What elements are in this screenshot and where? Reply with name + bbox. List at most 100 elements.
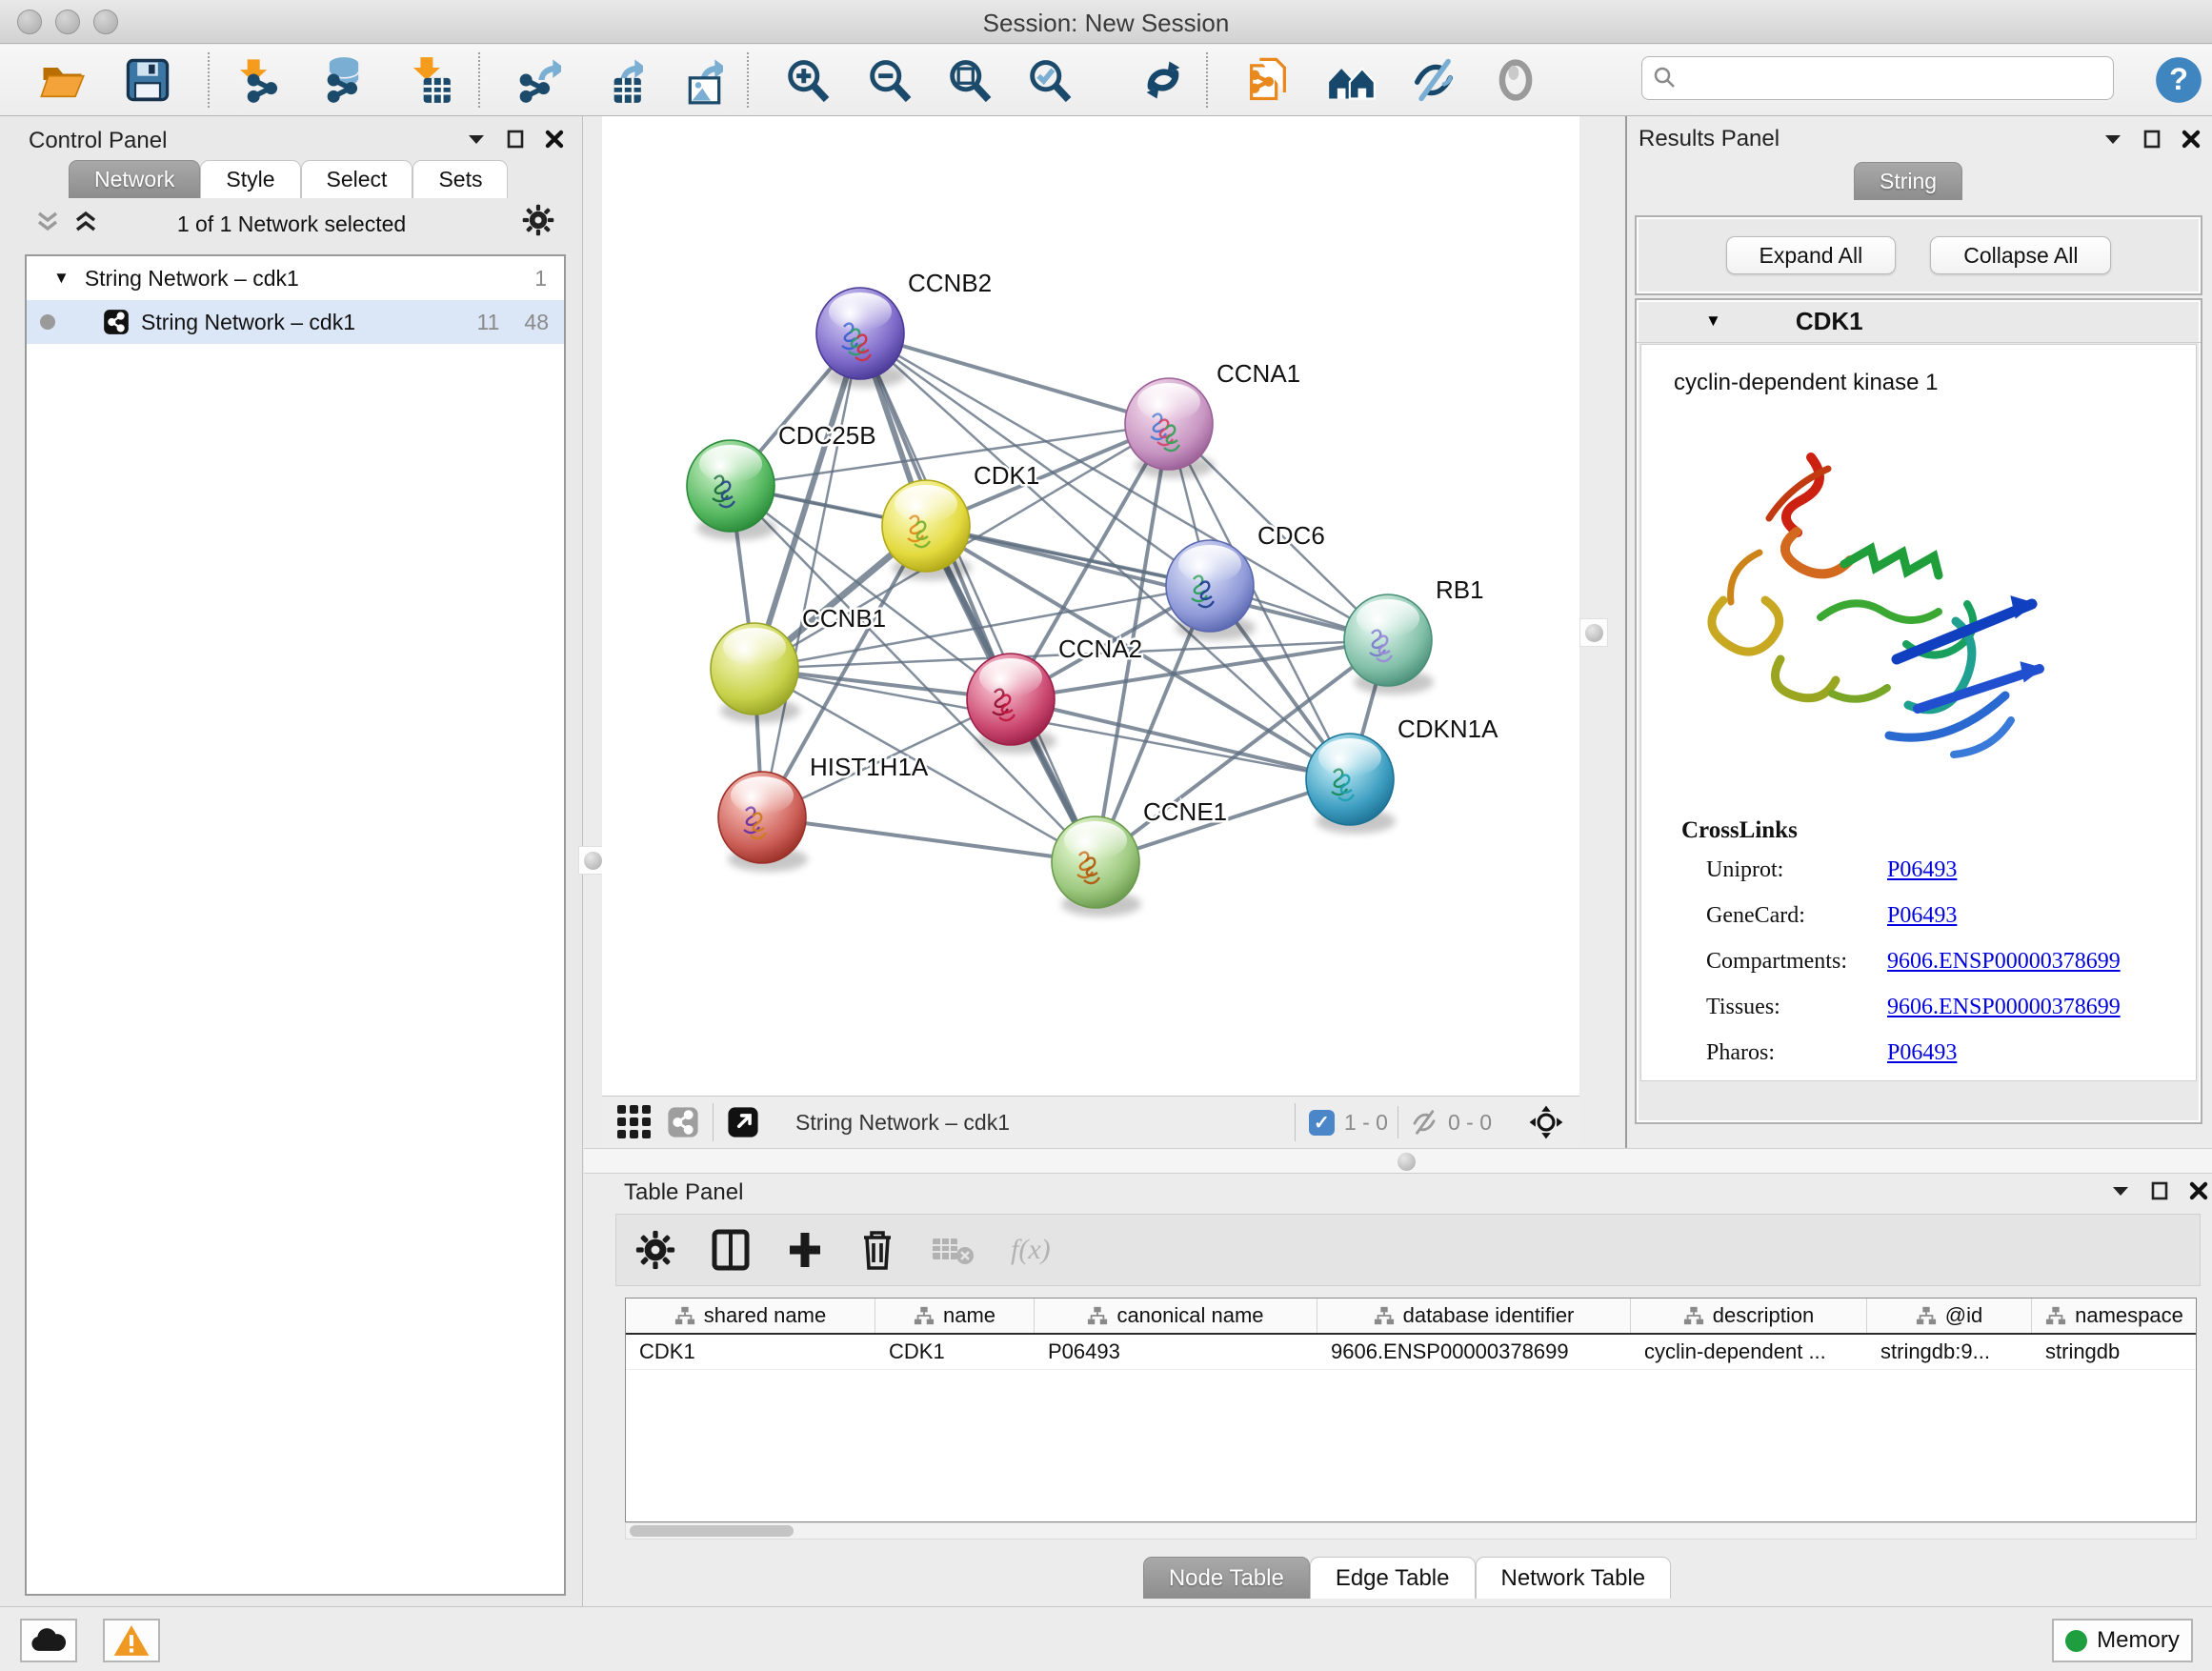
triangle-down-icon[interactable]: ▼ (1705, 312, 1721, 331)
tab-style[interactable]: Style (200, 160, 300, 198)
column-header-database-identifier[interactable]: database identifier (1317, 1299, 1631, 1333)
panel-close-icon[interactable] (545, 130, 564, 149)
column-header-id[interactable]: @id (1867, 1299, 2032, 1333)
column-header-shared-name[interactable]: shared name (626, 1299, 875, 1333)
node-CDKN1A[interactable]: CDKN1A (1306, 715, 1498, 834)
zoom-fit-button[interactable] (935, 50, 1002, 110)
node-CDC6[interactable]: CDC6 (1166, 521, 1325, 640)
node-CCNA1[interactable]: CCNA1 (1125, 359, 1300, 478)
cell[interactable]: CDK1 (875, 1335, 1035, 1369)
add-column-icon[interactable] (786, 1229, 824, 1271)
column-header-description[interactable]: description (1631, 1299, 1867, 1333)
right-splitter[interactable] (1579, 116, 1625, 1148)
export-table-button[interactable] (585, 50, 652, 110)
panel-close-icon[interactable] (2182, 130, 2201, 149)
birdseye-navigator-icon[interactable] (1528, 1104, 1564, 1140)
column-header-name[interactable]: name (875, 1299, 1035, 1333)
node-CDC25B[interactable]: CDC25B (687, 421, 876, 540)
memory-button[interactable]: Memory (2052, 1619, 2193, 1662)
zoom-selected-button[interactable] (1016, 50, 1082, 110)
home-button[interactable] (1318, 50, 1385, 110)
panel-float-icon[interactable] (2111, 1183, 2130, 1198)
horizontal-splitter[interactable] (584, 1148, 2212, 1174)
cell[interactable]: cyclin-dependent ... (1631, 1335, 1867, 1369)
tab-sets[interactable]: Sets (412, 160, 508, 198)
panel-restore-icon[interactable] (507, 130, 524, 149)
collapse-all-button[interactable]: Collapse All (1930, 236, 2111, 274)
node-CDK1[interactable]: CDK1 (882, 461, 1039, 580)
tab-network[interactable]: Network (69, 160, 200, 198)
zoom-in-button[interactable] (774, 50, 840, 110)
expand-all-button[interactable]: Expand All (1726, 236, 1897, 274)
cell[interactable]: stringdb (2032, 1335, 2197, 1369)
hide-panel-button[interactable] (1400, 50, 1467, 110)
tab-node-table[interactable]: Node Table (1143, 1557, 1310, 1599)
table-horizontal-scrollbar[interactable] (625, 1522, 2197, 1540)
edge-CCNB2-CCNA1[interactable] (860, 333, 1169, 424)
cell[interactable]: 9606.ENSP00000378699 (1317, 1335, 1631, 1369)
refresh-button[interactable] (1130, 50, 1196, 110)
node-CCNE1[interactable]: CCNE1 (1052, 797, 1227, 916)
cloud-button[interactable] (20, 1619, 77, 1662)
edge-CCNB2-HIST1H1A[interactable] (762, 333, 860, 817)
panel-restore-icon[interactable] (2151, 1181, 2168, 1200)
triangle-down-icon[interactable]: ▼ (53, 269, 70, 288)
zoom-out-button[interactable] (855, 50, 922, 110)
edge-CCNB2-CCNE1[interactable] (860, 333, 1096, 862)
tab-select[interactable]: Select (301, 160, 413, 198)
help-button[interactable]: ? (2145, 50, 2212, 110)
delete-column-icon[interactable] (860, 1229, 895, 1271)
crosslink-link[interactable]: 9606.ENSP00000378699 (1887, 949, 2121, 975)
grid-view-icon[interactable] (617, 1105, 652, 1139)
export-network-button[interactable] (503, 50, 570, 110)
string-share-icon[interactable] (667, 1106, 699, 1138)
node-CCNB2[interactable]: CCNB2 (816, 269, 992, 388)
import-table-button[interactable] (394, 50, 461, 110)
network-canvas[interactable]: CCNB2 CCNA1 CDC25B CDK1 CDC6 RB1 CCNB1 (602, 116, 1579, 1096)
column-header-namespace[interactable]: namespace (2032, 1299, 2197, 1333)
column-header-canonical-name[interactable]: canonical name (1035, 1299, 1317, 1333)
panel-restore-icon[interactable] (2143, 130, 2161, 149)
save-button[interactable] (114, 50, 181, 110)
edge-HIST1H1A-CCNE1[interactable] (762, 817, 1096, 862)
cell[interactable]: P06493 (1035, 1335, 1317, 1369)
panel-float-icon[interactable] (467, 131, 486, 147)
crosslink-link[interactable]: P06493 (1887, 1040, 1957, 1066)
crosslink-link[interactable]: 9606.ENSP00000378699 (1887, 995, 2121, 1020)
export-image-button[interactable] (665, 50, 732, 110)
selected-checkbox-icon[interactable]: ✓ (1309, 1110, 1335, 1136)
tab-edge-table[interactable]: Edge Table (1310, 1557, 1476, 1599)
crosslink-link[interactable]: P06493 (1887, 857, 1957, 883)
search-icon (1652, 65, 1679, 91)
share-session-button[interactable] (1235, 50, 1301, 110)
table-options-gear-icon[interactable] (635, 1230, 675, 1270)
cell[interactable]: CDK1 (626, 1335, 875, 1369)
network-options-gear-icon[interactable] (522, 204, 554, 236)
import-database-button[interactable] (311, 50, 377, 110)
left-splitter[interactable] (584, 116, 602, 1148)
import-network-button[interactable] (231, 50, 297, 110)
show-panel-button[interactable] (1482, 50, 1549, 110)
scrollbar-thumb[interactable] (630, 1525, 794, 1537)
node-RB1[interactable]: RB1 (1344, 575, 1484, 695)
cell[interactable]: stringdb:9... (1867, 1335, 2032, 1369)
tab-network-table[interactable]: Network Table (1476, 1557, 1672, 1599)
crosslink-link[interactable]: P06493 (1887, 903, 1957, 929)
panel-close-icon[interactable] (2189, 1181, 2208, 1200)
horizontal-splitter-knob[interactable] (1392, 1147, 1420, 1176)
show-columns-icon[interactable] (712, 1229, 750, 1271)
crosslink-label: Compartments: (1706, 949, 1887, 975)
open-folder-button[interactable] (29, 50, 95, 110)
network-row[interactable]: String Network – cdk1 11 48 (27, 300, 564, 344)
search-input[interactable] (1679, 66, 2088, 91)
node-HIST1H1A[interactable]: HIST1H1A (718, 753, 929, 872)
open-in-new-icon[interactable] (727, 1106, 759, 1138)
table-row[interactable]: CDK1CDK1P064939606.ENSP00000378699cyclin… (626, 1335, 2196, 1370)
tab-string[interactable]: String (1854, 162, 1962, 200)
right-splitter-knob[interactable] (1579, 618, 1608, 647)
panel-float-icon[interactable] (2103, 131, 2122, 147)
node-label-CCNE1: CCNE1 (1143, 797, 1227, 826)
gene-section-header[interactable]: ▼ CDK1 (1637, 300, 2201, 343)
warnings-button[interactable] (103, 1619, 160, 1662)
network-collection-row[interactable]: ▼ String Network – cdk1 1 (27, 256, 564, 300)
